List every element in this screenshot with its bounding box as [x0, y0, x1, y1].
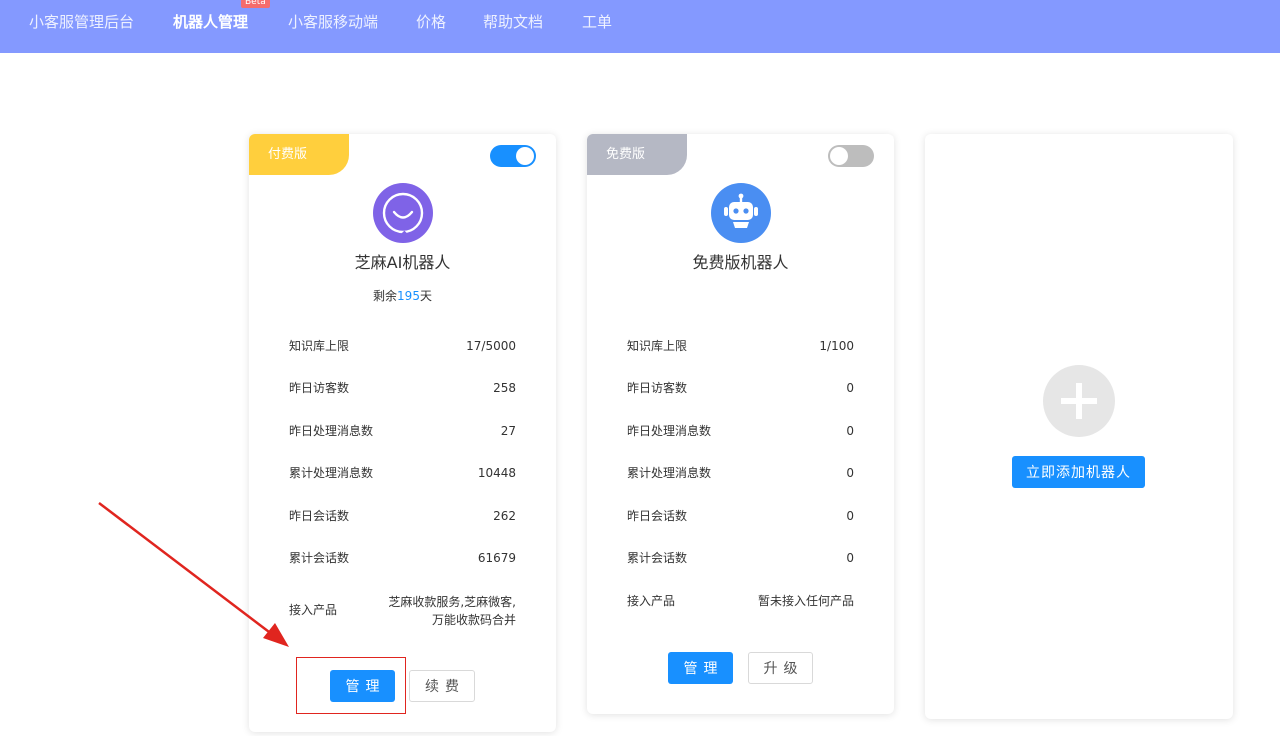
renew-button[interactable]: 续费 [409, 670, 475, 702]
smile-chat-icon [373, 183, 433, 243]
robot-name: 芝麻AI机器人 [354, 253, 451, 272]
stat-value-visitors: 258 [493, 381, 516, 395]
stat-label-visitors: 昨日访客数 [627, 381, 688, 395]
plus-icon[interactable] [1043, 365, 1115, 437]
stat-value-visitors: 0 [846, 381, 854, 395]
stat-value-messages-yesterday: 27 [500, 424, 516, 438]
nav-item-mobile[interactable]: 小客服移动端 [288, 12, 378, 32]
robot-enable-toggle[interactable] [828, 145, 874, 167]
upgrade-button[interactable]: 升级 [748, 652, 813, 684]
nav-item-robot-management[interactable]: 机器人管理 [173, 12, 248, 32]
stat-label-kb-limit: 知识库上限 [627, 339, 688, 353]
stat-label-sessions-total: 累计会话数 [289, 551, 350, 565]
nav-item-price[interactable]: 价格 [416, 12, 446, 32]
nav-item-help-docs[interactable]: 帮助文档 [483, 12, 543, 32]
stat-value-sessions-total: 61679 [477, 551, 516, 565]
stat-value-sessions-total: 0 [846, 551, 854, 565]
stat-label-messages-total: 累计处理消息数 [289, 466, 374, 480]
stat-label-messages-yesterday: 昨日处理消息数 [289, 424, 374, 438]
stat-label-sessions-yesterday: 昨日会话数 [289, 509, 350, 523]
robot-icon [711, 183, 771, 243]
stat-label-products: 接入产品 [289, 603, 338, 617]
stat-value-kb-limit: 1/100 [819, 339, 854, 353]
stat-value-products-line1: 芝麻收款服务,芝麻微客, [388, 595, 516, 609]
annotation-highlight-box [296, 657, 406, 714]
robot-card-free: 免费版 免费版机器人 知识库上限 1/100 昨日访客数 0 昨日处理消息数 0… [587, 134, 894, 714]
stat-label-sessions-total: 累计会话数 [627, 551, 688, 565]
nav-item-tickets[interactable]: 工单 [582, 12, 612, 32]
stat-value-messages-total: 10448 [477, 466, 516, 480]
stat-label-products: 接入产品 [627, 594, 676, 608]
stat-value-messages-total: 0 [846, 466, 854, 480]
tier-ribbon: 付费版 [249, 134, 349, 175]
manage-button[interactable]: 管理 [668, 652, 733, 684]
remaining-days: 剩余195天 [373, 289, 432, 303]
add-robot-card: 立即添加机器人 [925, 134, 1233, 719]
stat-label-messages-total: 累计处理消息数 [627, 466, 712, 480]
stat-value-sessions-yesterday: 262 [493, 509, 516, 523]
stat-value-products-line2: 万能收款码合并 [431, 613, 516, 627]
stat-value-messages-yesterday: 0 [846, 424, 854, 438]
robot-card-paid: 付费版 芝麻AI机器人 剩余195天 知识库上限 17/5000 昨日访客数 2… [249, 134, 556, 732]
nav-item-admin[interactable]: 小客服管理后台 [29, 12, 134, 32]
beta-badge: Beta [241, 0, 270, 8]
stat-label-messages-yesterday: 昨日处理消息数 [627, 424, 712, 438]
tier-ribbon: 免费版 [587, 134, 687, 175]
top-nav-bar: 小客服管理后台 机器人管理 Beta 小客服移动端 价格 帮助文档 工单 [0, 0, 1280, 53]
stat-label-visitors: 昨日访客数 [289, 381, 350, 395]
robot-enable-toggle[interactable] [490, 145, 536, 167]
robot-name: 免费版机器人 [692, 253, 789, 272]
add-robot-button[interactable]: 立即添加机器人 [1012, 456, 1145, 488]
stat-value-products: 暂未接入任何产品 [757, 594, 854, 608]
stat-label-kb-limit: 知识库上限 [289, 339, 350, 353]
stat-label-sessions-yesterday: 昨日会话数 [627, 509, 688, 523]
stat-value-sessions-yesterday: 0 [846, 509, 854, 523]
stat-value-kb-limit: 17/5000 [466, 339, 516, 353]
